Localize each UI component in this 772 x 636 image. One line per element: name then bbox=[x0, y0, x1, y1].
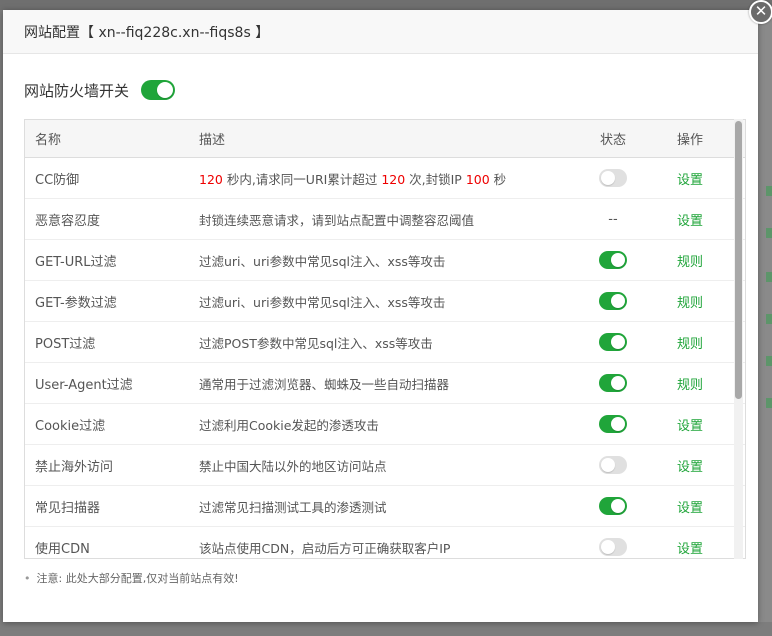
action-link[interactable]: 设置 bbox=[677, 542, 703, 557]
status-toggle[interactable] bbox=[599, 538, 627, 556]
row-name: 禁止海外访问 bbox=[35, 459, 114, 475]
action-link[interactable]: 规则 bbox=[677, 296, 703, 311]
table-row: 常见扫描器 过滤常见扫描测试工具的渗透测试 设置 bbox=[25, 486, 745, 527]
header-desc: 描述 bbox=[199, 133, 226, 148]
table-header: 名称 描述 状态 操作 bbox=[25, 120, 745, 158]
dialog-header: 网站配置【 xn--fiq228c.xn--fiqs8s 】 bbox=[3, 10, 758, 54]
action-link[interactable]: 规则 bbox=[677, 337, 703, 352]
status-toggle[interactable] bbox=[599, 374, 627, 392]
background-page-edge bbox=[758, 10, 772, 622]
status-toggle[interactable] bbox=[599, 251, 627, 269]
cc-seconds: 120 bbox=[199, 171, 223, 187]
row-desc: 过滤uri、uri参数中常见sql注入、xss等攻击 bbox=[199, 294, 446, 310]
firewall-switch-toggle[interactable] bbox=[141, 80, 176, 100]
cc-desc-text-1: 秒内,请求同一URI累计超过 bbox=[222, 171, 382, 187]
header-action: 操作 bbox=[676, 133, 703, 148]
cc-desc-text-3: 秒 bbox=[489, 171, 507, 187]
row-desc: 封锁连续恶意请求，请到站点配置中调整容忍阈值 bbox=[199, 212, 475, 228]
row-desc: 过滤POST参数中常见sql注入、xss等攻击 bbox=[199, 335, 433, 351]
dialog-title: 网站配置【 xn--fiq228c.xn--fiqs8s 】 bbox=[24, 24, 270, 41]
action-link[interactable]: 设置 bbox=[677, 214, 703, 229]
table-row: POST过滤 过滤POST参数中常见sql注入、xss等攻击 规则 bbox=[25, 322, 745, 363]
row-name: GET-URL过滤 bbox=[35, 254, 117, 270]
row-name: GET-参数过滤 bbox=[35, 295, 117, 311]
row-name: User-Agent过滤 bbox=[35, 377, 133, 393]
table-row-cc: CC防御 120 秒内,请求同一URI累计超过 120 次,封锁IP 100 秒… bbox=[25, 158, 745, 199]
table-row: 禁止海外访问 禁止中国大陆以外的地区访问站点 设置 bbox=[25, 445, 745, 486]
action-link[interactable]: 设置 bbox=[677, 460, 703, 475]
cc-ban-seconds: 100 bbox=[465, 171, 490, 187]
status-text: -- bbox=[608, 211, 618, 227]
row-desc: 120 秒内,请求同一URI累计超过 120 次,封锁IP 100 秒 bbox=[189, 169, 581, 188]
status-toggle[interactable] bbox=[599, 169, 627, 187]
status-toggle[interactable] bbox=[599, 456, 627, 474]
row-name: 常见扫描器 bbox=[35, 500, 101, 516]
action-link[interactable]: 规则 bbox=[677, 378, 703, 393]
table-row: GET-URL过滤 过滤uri、uri参数中常见sql注入、xss等攻击 规则 bbox=[25, 240, 745, 281]
table-row: User-Agent过滤 通常用于过滤浏览器、蜘蛛及一些自动扫描器 规则 bbox=[25, 363, 745, 404]
table-row-tolerance: 恶意容忍度 封锁连续恶意请求，请到站点配置中调整容忍阈值 -- 设置 bbox=[25, 199, 745, 240]
row-name: 恶意容忍度 bbox=[35, 213, 101, 229]
cc-desc-text-2: 次,封锁IP bbox=[405, 171, 466, 187]
row-name: CC防御 bbox=[35, 172, 80, 188]
site-config-dialog: 网站配置【 xn--fiq228c.xn--fiqs8s 】 网站防火墙开关 名… bbox=[3, 10, 758, 622]
row-desc: 过滤uri、uri参数中常见sql注入、xss等攻击 bbox=[199, 253, 446, 269]
action-link[interactable]: 设置 bbox=[677, 501, 703, 516]
scrollbar-thumb[interactable] bbox=[735, 121, 742, 399]
note-bullet-icon: • bbox=[24, 572, 31, 585]
header-status: 状态 bbox=[599, 133, 626, 148]
action-link[interactable]: 设置 bbox=[677, 173, 703, 188]
note-text: 注意: 此处大部分配置,仅对当前站点有效! bbox=[36, 572, 239, 585]
status-toggle[interactable] bbox=[599, 333, 627, 351]
row-desc: 过滤常见扫描测试工具的渗透测试 bbox=[199, 499, 387, 515]
row-name: 使用CDN bbox=[35, 541, 90, 557]
action-link[interactable]: 设置 bbox=[677, 419, 703, 434]
note: • 注意: 此处大部分配置,仅对当前站点有效! bbox=[24, 570, 239, 586]
status-toggle[interactable] bbox=[599, 415, 627, 433]
table-row: GET-参数过滤 过滤uri、uri参数中常见sql注入、xss等攻击 规则 bbox=[25, 281, 745, 322]
status-toggle[interactable] bbox=[599, 292, 627, 310]
row-desc: 该站点使用CDN，启动后方可正确获取客户IP bbox=[199, 540, 451, 556]
cc-count: 120 bbox=[381, 171, 406, 187]
header-name: 名称 bbox=[35, 133, 62, 148]
table-row: Cookie过滤 过滤利用Cookie发起的渗透攻击 设置 bbox=[25, 404, 745, 445]
close-icon[interactable]: ✕ bbox=[749, 0, 772, 24]
firewall-switch-label: 网站防火墙开关 bbox=[24, 81, 130, 100]
status-toggle[interactable] bbox=[599, 497, 627, 515]
row-desc: 过滤利用Cookie发起的渗透攻击 bbox=[199, 417, 379, 433]
rules-table: 名称 描述 状态 操作 CC防御 120 秒内,请求同一URI累计超过 120 … bbox=[24, 119, 746, 559]
row-name: POST过滤 bbox=[35, 336, 96, 352]
background-top bbox=[0, 0, 772, 10]
row-desc: 禁止中国大陆以外的地区访问站点 bbox=[199, 458, 387, 474]
row-name: Cookie过滤 bbox=[35, 418, 106, 434]
firewall-switch-row: 网站防火墙开关 bbox=[24, 78, 176, 102]
table-scrollbar[interactable] bbox=[734, 119, 743, 559]
table-row: 使用CDN 该站点使用CDN，启动后方可正确获取客户IP 设置 bbox=[25, 527, 745, 558]
row-desc: 通常用于过滤浏览器、蜘蛛及一些自动扫描器 bbox=[199, 376, 450, 392]
action-link[interactable]: 规则 bbox=[677, 255, 703, 270]
